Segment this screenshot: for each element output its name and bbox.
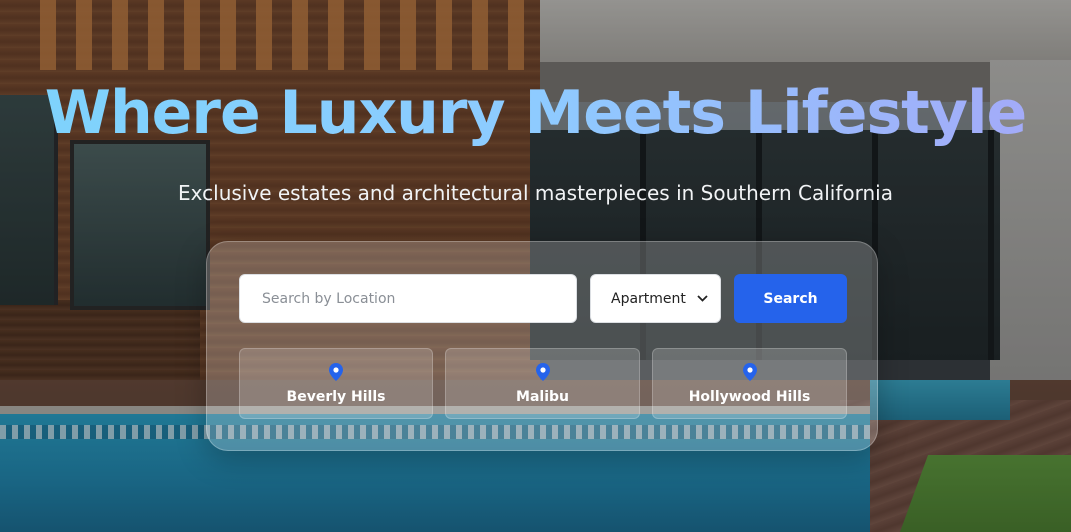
hero-section: Where Luxury Meets Lifestyle Exclusive e… bbox=[0, 0, 1071, 532]
location-search-input[interactable] bbox=[239, 274, 577, 323]
property-type-value: Apartment bbox=[611, 290, 686, 307]
map-pin-icon bbox=[329, 362, 343, 381]
location-chip-beverly-hills[interactable]: Beverly Hills bbox=[239, 348, 433, 419]
search-panel: Apartment Search Beverly Hills Malibu bbox=[206, 241, 878, 451]
location-chip-label: Hollywood Hills bbox=[688, 388, 811, 405]
search-button[interactable]: Search bbox=[734, 274, 847, 323]
property-type-select[interactable]: Apartment bbox=[590, 274, 721, 323]
location-chip-malibu[interactable]: Malibu bbox=[445, 348, 640, 419]
map-pin-icon bbox=[535, 362, 550, 381]
location-chip-label: Beverly Hills bbox=[286, 388, 386, 405]
map-pin-icon bbox=[742, 362, 757, 381]
location-chip-label: Malibu bbox=[516, 388, 569, 405]
hero-subtitle: Exclusive estates and architectural mast… bbox=[178, 181, 893, 205]
chevron-down-icon bbox=[697, 292, 708, 305]
hero-title: Where Luxury Meets Lifestyle bbox=[0, 78, 1071, 148]
location-chip-hollywood-hills[interactable]: Hollywood Hills bbox=[652, 348, 847, 419]
